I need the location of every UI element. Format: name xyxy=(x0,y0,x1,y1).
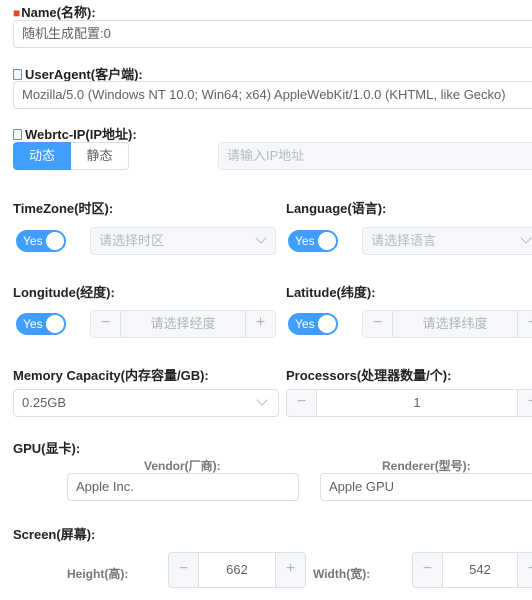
language-switch-text: Yes xyxy=(295,234,315,248)
webrtc-ip-input[interactable]: 请输入IP地址 xyxy=(218,142,532,170)
language-label: Language(语言): xyxy=(286,201,387,216)
height-stepper[interactable]: − 662 + xyxy=(168,552,306,588)
language-switch[interactable]: Yes xyxy=(288,230,338,252)
longitude-switch[interactable]: Yes xyxy=(16,313,66,335)
longitude-increment-button[interactable]: + xyxy=(245,311,275,337)
vendor-label: Vendor(厂商): xyxy=(144,459,221,473)
webrtc-label: Webrtc-IP(IP地址): xyxy=(13,124,137,143)
latitude-switch-text: Yes xyxy=(295,317,315,331)
timezone-switch-text: Yes xyxy=(23,234,43,248)
height-decrement-button[interactable]: − xyxy=(169,553,199,587)
memory-label: Memory Capacity(内存容量/GB): xyxy=(13,368,209,383)
latitude-stepper[interactable]: − 请选择纬度 + xyxy=(362,310,532,338)
timezone-select[interactable]: 请选择时区 xyxy=(90,227,276,255)
latitude-increment-button[interactable]: + xyxy=(517,311,532,337)
height-label: Height(高): xyxy=(67,567,129,581)
latitude-value[interactable]: 请选择纬度 xyxy=(393,311,517,337)
document-icon xyxy=(13,69,22,80)
longitude-switch-text: Yes xyxy=(23,317,43,331)
width-label: Width(宽): xyxy=(313,567,371,581)
webrtc-mode-dynamic-button[interactable]: 动态 xyxy=(13,142,71,170)
width-value[interactable]: 542 xyxy=(443,553,517,587)
gpu-label: GPU(显卡): xyxy=(13,441,81,456)
name-input[interactable]: 随机生成配置:0 xyxy=(13,20,532,48)
longitude-decrement-button[interactable]: − xyxy=(91,311,121,337)
latitude-decrement-button[interactable]: − xyxy=(363,311,393,337)
webrtc-mode-static-button[interactable]: 静态 xyxy=(71,142,129,170)
processors-decrement-button[interactable]: − xyxy=(287,390,317,416)
switch-knob xyxy=(318,315,336,333)
vendor-input[interactable]: Apple Inc. xyxy=(67,473,299,501)
renderer-label: Renderer(型号): xyxy=(382,459,471,473)
screen-label: Screen(屏幕): xyxy=(13,527,96,542)
longitude-label: Longitude(经度): xyxy=(13,285,115,300)
switch-knob xyxy=(46,232,64,250)
processors-label: Processors(处理器数量/个): xyxy=(286,368,452,383)
longitude-value[interactable]: 请选择经度 xyxy=(121,311,245,337)
timezone-label: TimeZone(时区): xyxy=(13,201,114,216)
latitude-label: Latitude(纬度): xyxy=(286,285,376,300)
width-decrement-button[interactable]: − xyxy=(413,553,443,587)
user-agent-input[interactable]: Mozilla/5.0 (Windows NT 10.0; Win64; x64… xyxy=(13,81,532,109)
switch-knob xyxy=(318,232,336,250)
processors-increment-button[interactable]: + xyxy=(517,390,532,416)
required-marker-icon: ■ xyxy=(13,6,21,20)
name-label: ■Name(名称): xyxy=(13,5,96,20)
renderer-input[interactable]: Apple GPU xyxy=(320,473,532,501)
switch-knob xyxy=(46,315,64,333)
width-increment-button[interactable]: + xyxy=(517,553,532,587)
language-select[interactable]: 请选择语言 xyxy=(362,227,532,255)
processors-stepper[interactable]: − 1 + xyxy=(286,389,532,417)
processors-value[interactable]: 1 xyxy=(317,390,517,416)
longitude-stepper[interactable]: − 请选择经度 + xyxy=(90,310,276,338)
document-icon xyxy=(13,129,22,140)
height-increment-button[interactable]: + xyxy=(275,553,305,587)
width-stepper[interactable]: − 542 + xyxy=(412,552,532,588)
memory-select[interactable]: 0.25GB xyxy=(13,389,279,417)
height-value[interactable]: 662 xyxy=(199,553,275,587)
latitude-switch[interactable]: Yes xyxy=(288,313,338,335)
timezone-switch[interactable]: Yes xyxy=(16,230,66,252)
